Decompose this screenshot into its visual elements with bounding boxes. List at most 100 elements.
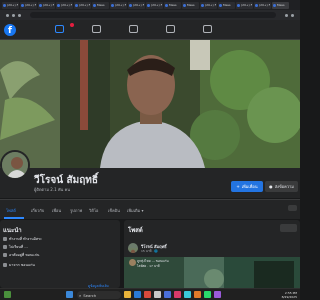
tab-favicon-icon [237, 3, 240, 7]
tab-title: Mess [277, 3, 285, 7]
browser-tab[interactable]: (20+) F [254, 1, 271, 9]
tab-title: Mess [187, 3, 195, 7]
add-friend-button[interactable]: + เพิ่มเพื่อน [231, 181, 263, 192]
browser-tab[interactable]: Mess [218, 1, 235, 9]
browser-tab[interactable]: (20+) F [20, 1, 37, 9]
tab-title: Mess [223, 3, 231, 7]
location-pin-icon [3, 263, 7, 267]
facebook-logo[interactable]: f [4, 24, 16, 36]
taskbar-search[interactable]: ⌕ Search [77, 291, 121, 299]
tab-about[interactable]: เกี่ยวกับ [31, 207, 44, 214]
tab-title: (20+) F [25, 3, 37, 7]
video-avatar [129, 259, 136, 266]
weather-icon[interactable] [4, 291, 11, 298]
browser-tab[interactable]: (20+) F [56, 1, 73, 9]
extensions-icon[interactable] [285, 13, 288, 17]
browser-tab[interactable]: Mess [92, 1, 109, 9]
add-friend-label: เพิ่มเพื่อน [241, 184, 258, 189]
message-label: ส่งข้อความ [274, 184, 294, 189]
video-meta: ไลฟ์สด · 17 นาที [137, 264, 160, 268]
browser-toolbar [0, 10, 300, 20]
store-icon[interactable] [154, 291, 161, 298]
reload-icon[interactable] [18, 13, 21, 17]
video-icon[interactable] [92, 25, 101, 33]
school-icon [3, 245, 7, 249]
cover-photo[interactable] [0, 40, 300, 168]
tab-favicon-icon [165, 3, 168, 7]
tab-title: (20+) F [241, 3, 253, 7]
browser-tab[interactable]: Mess [272, 1, 289, 9]
work-icon [3, 237, 7, 241]
back-icon[interactable] [6, 13, 9, 17]
tab-friends[interactable]: เพื่อน [52, 207, 61, 214]
browser-tab[interactable]: (20+) F [200, 1, 217, 9]
post-time[interactable]: 15 นาที · 🌐 [141, 249, 158, 254]
tab-favicon-icon [129, 3, 132, 7]
profile-icon[interactable] [291, 13, 294, 17]
gaming-icon[interactable] [203, 25, 212, 33]
intro-item: ทำงานที่ ทำงานอิสระ [3, 236, 42, 242]
home-icon[interactable] [55, 25, 64, 33]
browser-tab[interactable]: (20+) F [236, 1, 253, 9]
browser-tab[interactable]: (20+) F [38, 1, 55, 9]
windows-taskbar: ⌕ Search 2:55 PM 8/29/2025 [0, 288, 300, 300]
intro-title: แนะนำ [3, 227, 22, 234]
home-location-icon [3, 253, 7, 257]
profile-stats[interactable]: ผู้ติดตาม 2.1 พัน คน [34, 186, 70, 193]
messenger-icon: ● [269, 184, 273, 189]
browser-tab[interactable]: (20+) F [2, 1, 19, 9]
tab-title: (20+) F [7, 3, 19, 7]
add-friend-icon: + [236, 184, 240, 189]
profile-tabs: โพสต์ เกี่ยวกับ เพื่อน รูปภาพ วิดีโอ เช็… [0, 199, 300, 219]
filter-button[interactable] [280, 224, 297, 232]
start-icon[interactable] [66, 291, 73, 298]
tab-favicon-icon [3, 3, 6, 7]
tab-title: Mess [169, 3, 177, 7]
tab-favicon-icon [255, 3, 258, 7]
tab-favicon-icon [21, 3, 24, 7]
marketplace-icon[interactable] [129, 25, 138, 33]
more-options-button[interactable] [288, 205, 297, 211]
tab-title: (20+) F [79, 3, 91, 7]
browser-tab[interactable]: (20+) F [146, 1, 163, 9]
profile-avatar[interactable] [0, 150, 30, 180]
tab-favicon-icon [219, 3, 222, 7]
tab-favicon-icon [111, 3, 114, 7]
browser-tab[interactable]: (20+) F [74, 1, 91, 9]
tab-more[interactable]: เพิ่มเติม ▾ [127, 207, 144, 214]
posts-title: โพสต์ [128, 227, 143, 234]
browser-tab[interactable]: Mess [182, 1, 199, 9]
app-icon[interactable] [204, 291, 211, 298]
cover-image [0, 40, 300, 168]
tab-posts[interactable]: โพสต์ [6, 207, 16, 214]
edge-icon[interactable] [134, 291, 141, 298]
facebook-top-nav: f [0, 20, 300, 40]
browser-tab[interactable]: (20+) F [128, 1, 145, 9]
browser-tab[interactable]: Mess [164, 1, 181, 9]
tab-checkins[interactable]: เช็คอิน [108, 207, 120, 214]
chrome-icon[interactable] [144, 291, 151, 298]
system-clock[interactable]: 2:55 PM 8/29/2025 [282, 291, 297, 299]
post-avatar[interactable] [128, 243, 138, 253]
app-icon[interactable] [174, 291, 181, 298]
app-icon[interactable] [194, 291, 201, 298]
groups-icon[interactable] [166, 25, 175, 33]
forward-icon[interactable] [12, 13, 15, 17]
tab-title: (20+) F [205, 3, 217, 7]
address-bar[interactable] [30, 12, 276, 18]
app-icon[interactable] [214, 291, 221, 298]
tab-favicon-icon [201, 3, 204, 7]
nav-icons [55, 25, 212, 33]
app-icon[interactable] [184, 291, 191, 298]
tab-favicon-icon [183, 3, 186, 7]
message-button[interactable]: ● ส่งข้อความ [265, 181, 298, 192]
active-tab-indicator [4, 217, 24, 219]
browser-tab[interactable]: (20+) F [110, 1, 127, 9]
tab-photos[interactable]: รูปภาพ [70, 207, 82, 214]
tab-title: (20+) F [151, 3, 163, 7]
browser-tab-strip: (20+) F (20+) F (20+) F (20+) F (20+) F Mess (… [0, 0, 300, 10]
tab-title: (20+) F [61, 3, 73, 7]
file-explorer-icon[interactable] [124, 291, 131, 298]
tab-videos[interactable]: วิดีโอ [89, 207, 98, 214]
app-icon[interactable] [164, 291, 171, 298]
